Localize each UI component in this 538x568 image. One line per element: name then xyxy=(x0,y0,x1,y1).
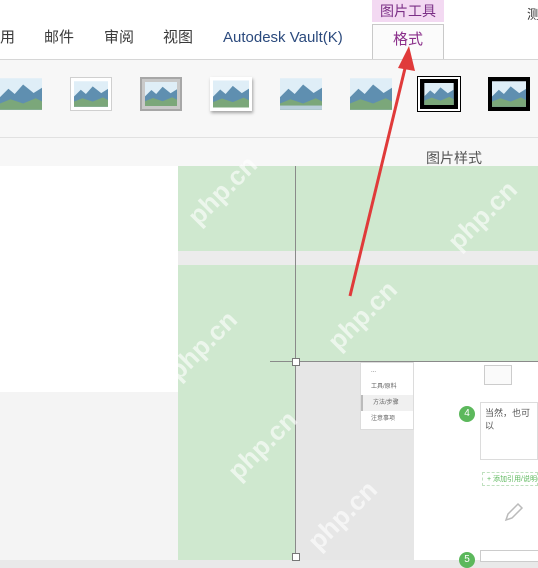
tab-view[interactable]: 视图 xyxy=(163,28,193,48)
outline-item: 方法/步骤 xyxy=(361,395,413,411)
ribbon-tab-bar: 图片工具 测 用 邮件 审阅 视图 Autodesk Vault(K) 格式 xyxy=(0,0,538,60)
landscape-icon xyxy=(74,81,108,107)
landscape-icon xyxy=(280,78,322,110)
pen-icon xyxy=(504,502,524,522)
resize-handle-top-left[interactable] xyxy=(292,358,300,366)
landscape-icon xyxy=(350,78,392,110)
screenshot-thumbnail xyxy=(484,365,512,385)
step-5-badge: 5 xyxy=(459,552,475,568)
landscape-icon xyxy=(492,81,526,107)
screenshot-content-area xyxy=(414,362,538,560)
picture-style-3[interactable] xyxy=(140,77,182,111)
landscape-icon xyxy=(145,82,177,106)
picture-style-6[interactable] xyxy=(350,77,392,111)
picture-styles-group-label: 图片样式 xyxy=(426,150,482,166)
tab-partial[interactable]: 用 xyxy=(0,28,15,48)
tab-format[interactable]: 格式 xyxy=(372,24,444,60)
picture-style-2[interactable] xyxy=(70,77,112,111)
picture-style-7[interactable] xyxy=(417,76,461,112)
selection-guide-horizontal xyxy=(270,361,538,362)
title-fragment: 测 xyxy=(527,7,538,22)
tab-mailings[interactable]: 邮件 xyxy=(44,28,74,48)
screenshot-outline-menu: ... 工具/原料 方法/步骤 注意事项 xyxy=(360,362,414,430)
picture-style-1[interactable] xyxy=(0,77,42,111)
picture-style-8[interactable] xyxy=(488,77,530,111)
landscape-icon xyxy=(213,80,249,108)
tab-autodesk-vault[interactable]: Autodesk Vault(K) xyxy=(223,28,343,48)
picture-style-5[interactable] xyxy=(280,77,322,111)
landscape-icon xyxy=(424,83,454,105)
add-reference-link: + 添加引用/说明 xyxy=(482,472,538,486)
step-5-textbox xyxy=(480,550,538,562)
tab-review[interactable]: 审阅 xyxy=(104,28,134,48)
picture-style-4[interactable] xyxy=(210,77,252,111)
step-4-badge: 4 xyxy=(459,406,475,422)
document-left-lower xyxy=(0,392,178,560)
outline-item: 工具/原料 xyxy=(371,384,397,390)
outline-item: ... xyxy=(371,368,377,374)
step-4-textbox: 当然，也可以 xyxy=(480,402,538,460)
ribbon-group-divider xyxy=(0,137,538,138)
landscape-icon xyxy=(0,78,42,110)
outline-item: 注意事项 xyxy=(371,416,396,422)
ribbon-body: 图片样式 xyxy=(0,59,538,167)
picture-tools-context-header: 图片工具 xyxy=(372,0,444,22)
